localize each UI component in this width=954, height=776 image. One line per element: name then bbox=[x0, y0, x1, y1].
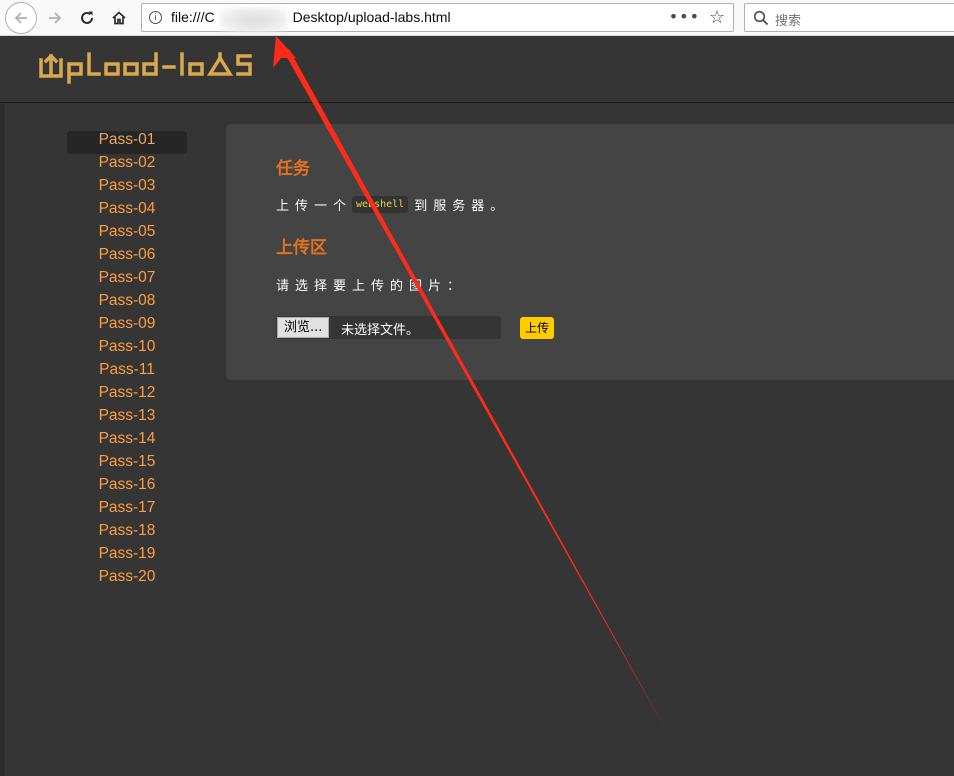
file-status: 未选择文件。 bbox=[341, 323, 420, 338]
left-edge bbox=[0, 104, 5, 776]
file-input[interactable]: 浏览... 未选择文件。 bbox=[276, 316, 501, 339]
menu-item-pass-06[interactable]: Pass-06 bbox=[67, 246, 187, 269]
menu-item-pass-13[interactable]: Pass-13 bbox=[67, 407, 187, 430]
menu-item-pass-18[interactable]: Pass-18 bbox=[67, 522, 187, 545]
menu-item-pass-02[interactable]: Pass-02 bbox=[67, 154, 187, 177]
upload-prompt: 请选择要上传的图片： bbox=[276, 279, 467, 294]
menu-item-pass-12[interactable]: Pass-12 bbox=[67, 384, 187, 407]
menu-item-pass-20[interactable]: Pass-20 bbox=[67, 568, 187, 591]
task-title: 任务 bbox=[276, 159, 310, 179]
menu-item-pass-16[interactable]: Pass-16 bbox=[67, 476, 187, 499]
pass-menu: Pass-01 Pass-02 Pass-03 Pass-04 Pass-05 … bbox=[67, 131, 187, 591]
task-description: 上传一个 webshell 到服务器。 bbox=[276, 195, 509, 214]
upload-button[interactable]: 上传 bbox=[520, 317, 554, 339]
task-prefix: 上传一个 bbox=[276, 199, 353, 214]
menu-item-pass-09[interactable]: Pass-09 bbox=[67, 315, 187, 338]
site-header bbox=[0, 37, 954, 103]
page-actions-icon[interactable]: ••• bbox=[669, 7, 700, 26]
task-suffix: 到服务器。 bbox=[414, 199, 510, 214]
search-icon bbox=[753, 10, 769, 26]
browse-button[interactable]: 浏览... bbox=[277, 317, 330, 338]
menu-item-pass-04[interactable]: Pass-04 bbox=[67, 200, 187, 223]
menu-item-pass-08[interactable]: Pass-08 bbox=[67, 292, 187, 315]
url-text: file:///C Desktop/upload-labs.html bbox=[171, 9, 451, 25]
menu-item-pass-10[interactable]: Pass-10 bbox=[67, 338, 187, 361]
bookmark-star-icon[interactable]: ☆ bbox=[709, 7, 725, 28]
info-icon[interactable]: i bbox=[149, 11, 162, 24]
search-bar[interactable]: 搜索 bbox=[744, 3, 954, 32]
menu-item-pass-07[interactable]: Pass-07 bbox=[67, 269, 187, 292]
menu-item-pass-14[interactable]: Pass-14 bbox=[67, 430, 187, 453]
forward-button[interactable] bbox=[40, 3, 70, 33]
menu-item-pass-15[interactable]: Pass-15 bbox=[67, 453, 187, 476]
upload-title: 上传区 bbox=[276, 238, 327, 258]
menu-item-pass-05[interactable]: Pass-05 bbox=[67, 223, 187, 246]
reload-icon bbox=[81, 11, 93, 24]
menu-item-pass-03[interactable]: Pass-03 bbox=[67, 177, 187, 200]
menu-item-pass-11[interactable]: Pass-11 bbox=[67, 361, 187, 384]
home-icon bbox=[112, 11, 126, 25]
browser-toolbar: i file:///C Desktop/upload-labs.html ••• … bbox=[0, 0, 954, 36]
menu-item-pass-19[interactable]: Pass-19 bbox=[67, 545, 187, 568]
menu-item-pass-01[interactable]: Pass-01 bbox=[67, 131, 187, 154]
back-button[interactable] bbox=[5, 2, 37, 34]
arrow-left-icon bbox=[14, 12, 27, 24]
site-logo[interactable] bbox=[38, 50, 268, 94]
address-bar[interactable]: i file:///C Desktop/upload-labs.html ••• … bbox=[141, 3, 734, 33]
menu-item-pass-17[interactable]: Pass-17 bbox=[67, 499, 187, 522]
url-prefix: file:///C bbox=[171, 9, 215, 25]
logo-graphic bbox=[39, 52, 252, 84]
home-button[interactable] bbox=[104, 3, 134, 33]
content-panel: 任务 上传一个 webshell 到服务器。 上传区 请选择要上传的图片： 浏览… bbox=[226, 124, 954, 380]
redacted-path bbox=[220, 7, 288, 33]
url-suffix: Desktop/upload-labs.html bbox=[292, 9, 451, 25]
reload-button[interactable] bbox=[72, 3, 102, 33]
arrow-right-icon bbox=[49, 12, 62, 24]
search-input[interactable]: 搜索 bbox=[775, 10, 801, 29]
task-code: webshell bbox=[352, 196, 409, 213]
